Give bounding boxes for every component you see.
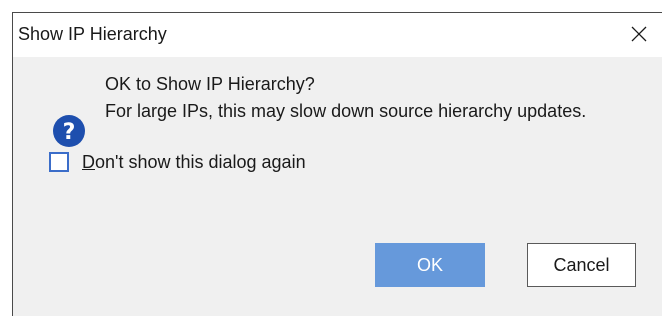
cancel-button[interactable]: Cancel — [527, 243, 636, 287]
checkbox-label-text: on't show this dialog again — [95, 151, 306, 172]
dont-show-again-label[interactable]: Don't show this dialog again — [82, 152, 306, 173]
title-bar: Show IP Hierarchy — [13, 13, 662, 57]
dont-show-again-option[interactable]: Don't show this dialog again — [49, 150, 306, 174]
message-title: OK to Show IP Hierarchy? — [105, 74, 315, 94]
question-icon: ? — [53, 115, 85, 147]
dont-show-again-checkbox[interactable] — [49, 152, 69, 172]
dialog-window: Show IP Hierarchy ? OK to Show IP Hierar… — [12, 12, 662, 316]
dialog-title: Show IP Hierarchy — [18, 24, 167, 44]
checkbox-mnemonic: D — [82, 151, 95, 172]
close-button[interactable] — [616, 13, 662, 57]
message-detail: For large IPs, this may slow down source… — [105, 101, 587, 121]
ok-button[interactable]: OK — [375, 243, 485, 287]
close-icon — [631, 26, 647, 42]
svg-text:?: ? — [63, 120, 76, 145]
